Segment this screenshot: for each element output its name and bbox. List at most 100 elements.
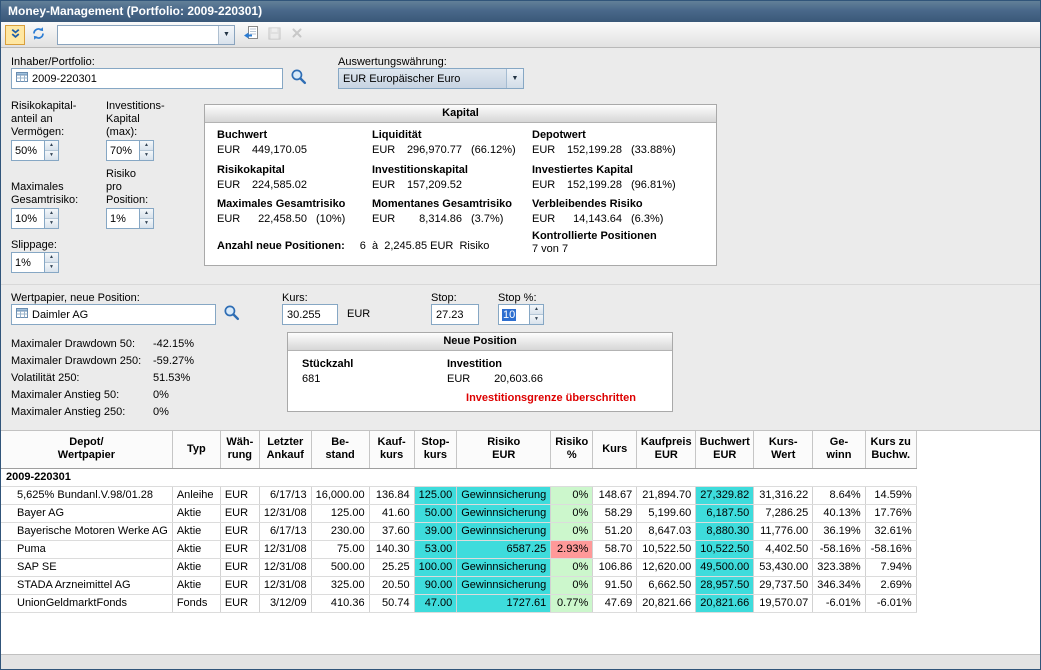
cell-kaufpreis-eur: 12,620.00 — [637, 558, 696, 576]
spinner-down-button[interactable]: ▼ — [140, 219, 153, 228]
stat-value: -59.27% — [153, 355, 194, 367]
stat-row: Maximaler Drawdown 250:-59.27% — [11, 355, 194, 367]
column-header-letzter-ankauf[interactable]: Letzter Ankauf — [259, 431, 311, 468]
spinner-up-button[interactable]: ▲ — [45, 209, 58, 219]
table-row[interactable]: Bayerische Motoren Werke AGAktieEUR6/17/… — [1, 522, 916, 540]
spinner-down-button[interactable]: ▼ — [45, 263, 58, 272]
cell-risiko-pct: 0% — [551, 576, 593, 594]
column-header-kaufkurs[interactable]: Kauf- kurs — [369, 431, 414, 468]
cell-risiko-pct: 0% — [551, 504, 593, 522]
search-security-button[interactable] — [222, 305, 240, 323]
cell-kurs-zu-buchw: 2.69% — [865, 576, 916, 594]
cell-typ: Aktie — [172, 540, 220, 558]
delete-button[interactable] — [287, 25, 307, 45]
cell-kaufkurs: 37.60 — [369, 522, 414, 540]
table-header-row: Depot/ WertpapierTypWäh- rungLetzter Ank… — [1, 431, 916, 468]
spinner-up-button[interactable]: ▲ — [140, 209, 153, 219]
stat-row: Maximaler Anstieg 50:0% — [11, 389, 169, 401]
spinner-value: 10% — [15, 213, 37, 225]
stat-row: Maximaler Drawdown 50:-42.15% — [11, 338, 194, 350]
cell-risiko-pct: 2.93% — [551, 540, 593, 558]
column-header-waehrung[interactable]: Wäh- rung — [220, 431, 259, 468]
investment-capital-spinner[interactable]: 70% ▲▼ — [106, 140, 154, 161]
wertpapier-input[interactable]: Daimler AG — [11, 304, 216, 325]
column-header-kurs-zu-buchw[interactable]: Kurs zu Buchw. — [865, 431, 916, 468]
spinner-down-button[interactable]: ▼ — [530, 315, 543, 324]
max-total-risk-label: Maximales Gesamtrisiko: — [11, 181, 78, 207]
table-row[interactable]: UnionGeldmarktFondsFondsEUR3/12/09410.36… — [1, 594, 916, 612]
kontrollierte-positionen: Kontrollierte Positionen 7 von 7 — [532, 230, 657, 255]
stat-value: 0% — [153, 389, 169, 401]
column-header-risiko-eur[interactable]: Risiko EUR — [457, 431, 551, 468]
column-header-stopkurs[interactable]: Stop- kurs — [414, 431, 457, 468]
chevron-down-icon[interactable]: ▼ — [218, 26, 234, 44]
open-report-button[interactable] — [241, 25, 261, 45]
cell-depot: SAP SE — [1, 558, 172, 576]
column-header-bestand[interactable]: Be- stand — [311, 431, 369, 468]
cell-risiko-pct: 0% — [551, 522, 593, 540]
cell-bestand: 230.00 — [311, 522, 369, 540]
column-header-kurswert[interactable]: Kurs- Wert — [754, 431, 813, 468]
window-title: Money-Management (Portfolio: 2009-220301… — [8, 4, 262, 18]
spinner-down-button[interactable]: ▼ — [45, 151, 58, 160]
column-header-typ[interactable]: Typ — [172, 431, 220, 468]
toolbar-combobox[interactable]: ▼ — [57, 25, 235, 45]
table-row[interactable]: SAP SEAktieEUR12/31/08500.0025.25100.00G… — [1, 558, 916, 576]
cell-buchwert-eur: 27,329.82 — [696, 486, 754, 504]
risk-capital-share-spinner[interactable]: 50% ▲▼ — [11, 140, 59, 161]
stop-pct-spinner[interactable]: 10 ▲▼ — [498, 304, 544, 325]
investition: Investition EUR20,603.66 — [447, 358, 543, 385]
kapital-item: Risikokapital EUR224,585.02 — [217, 164, 316, 191]
cell-letzter-ankauf: 6/17/13 — [259, 486, 311, 504]
slippage-spinner[interactable]: 1% ▲▼ — [11, 252, 59, 273]
column-header-kaufpreis-eur[interactable]: Kaufpreis EUR — [637, 431, 696, 468]
spinner-up-button[interactable]: ▲ — [140, 141, 153, 151]
table-row[interactable]: Bayer AGAktieEUR12/31/08125.0041.6050.00… — [1, 504, 916, 522]
max-total-risk-spinner[interactable]: 10% ▲▼ — [11, 208, 59, 229]
column-header-kurs[interactable]: Kurs — [593, 431, 637, 468]
cell-kurs: 51.20 — [593, 522, 637, 540]
currency-combobox[interactable]: EUR Europäischer Euro ▼ — [338, 68, 524, 89]
risk-per-position-spinner[interactable]: 1% ▲▼ — [106, 208, 154, 229]
spinner-down-button[interactable]: ▼ — [140, 151, 153, 160]
cell-waehrung: EUR — [220, 486, 259, 504]
inhaber-input[interactable]: 2009-220301 — [11, 68, 283, 89]
cell-stopkurs: 125.00 — [414, 486, 457, 504]
spinner-up-button[interactable]: ▲ — [530, 305, 543, 315]
kapital-item: Investiertes Kapital EUR152,199.28(96.81… — [532, 164, 676, 191]
table-row[interactable]: 5,625% Bundanl.V.98/01.28AnleiheEUR6/17/… — [1, 486, 916, 504]
kapital-item: Verbleibendes Risiko EUR14,143.64(6.3%) — [532, 198, 663, 225]
cell-risiko-pct: 0.77% — [551, 594, 593, 612]
stat-value: 51.53% — [153, 372, 190, 384]
column-header-buchwert-eur[interactable]: Buchwert EUR — [696, 431, 754, 468]
column-header-depot[interactable]: Depot/ Wertpapier — [1, 431, 172, 468]
table-row[interactable]: PumaAktieEUR12/31/0875.00140.3053.006587… — [1, 540, 916, 558]
cell-bestand: 75.00 — [311, 540, 369, 558]
currency-value: EUR Europäischer Euro — [339, 73, 506, 85]
cell-risiko-eur: Gewinnsicherung — [457, 522, 551, 540]
cell-kurs: 91.50 — [593, 576, 637, 594]
column-header-risiko-pct[interactable]: Risiko % — [551, 431, 593, 468]
cell-kurs-zu-buchw: 7.94% — [865, 558, 916, 576]
chevron-down-icon[interactable]: ▼ — [506, 69, 523, 88]
kurs-input[interactable]: 30.255 — [282, 304, 338, 325]
table-row[interactable]: STADA Arzneimittel AGAktieEUR12/31/08325… — [1, 576, 916, 594]
spinner-down-button[interactable]: ▼ — [45, 219, 58, 228]
stat-row: Maximaler Anstieg 250:0% — [11, 406, 169, 418]
spinner-up-button[interactable]: ▲ — [45, 253, 58, 263]
delete-cross-icon — [290, 26, 304, 43]
stop-input[interactable]: 27.23 — [431, 304, 479, 325]
bottom-scrollbar[interactable] — [1, 654, 1040, 669]
column-header-gewinn[interactable]: Ge- winn — [813, 431, 865, 468]
table-group-row[interactable]: 2009-220301 — [1, 468, 916, 486]
refresh-button[interactable] — [28, 25, 48, 45]
menu-button[interactable] — [5, 25, 25, 45]
cell-typ: Aktie — [172, 522, 220, 540]
save-button[interactable] — [264, 25, 284, 45]
stop-value: 27.23 — [436, 309, 464, 321]
spinner-up-button[interactable]: ▲ — [45, 141, 58, 151]
stat-value: 0% — [153, 406, 169, 418]
search-portfolio-button[interactable] — [289, 69, 307, 87]
cell-risiko-eur: Gewinnsicherung — [457, 576, 551, 594]
cell-depot: STADA Arzneimittel AG — [1, 576, 172, 594]
